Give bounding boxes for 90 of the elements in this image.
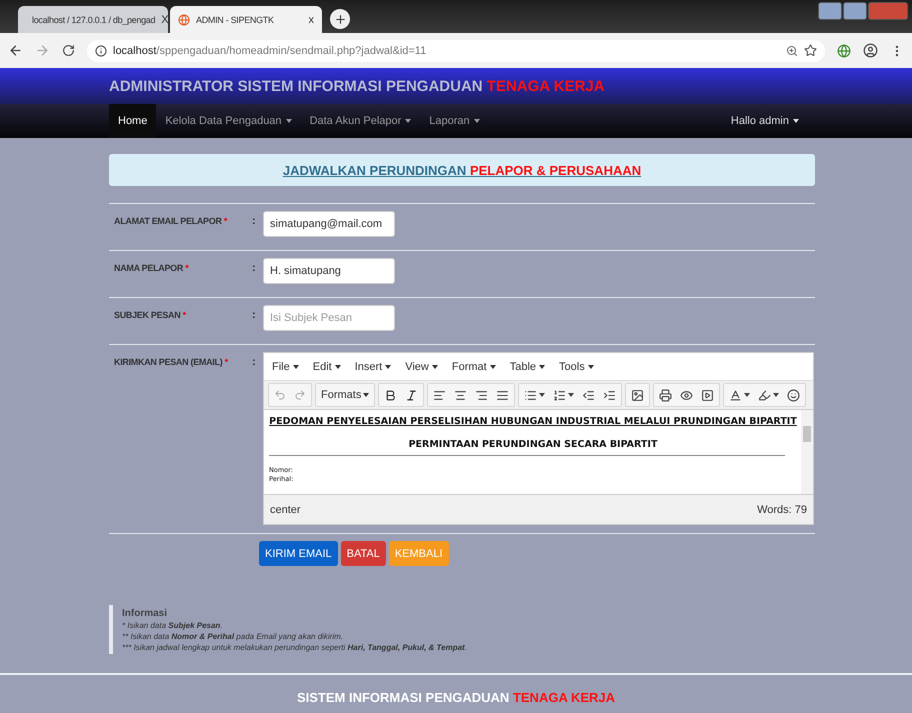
caret-icon <box>385 364 392 368</box>
account-icon <box>863 43 878 58</box>
info-line: *** Isikan jadwal lengkap untuk melakukan perundingan seperti Hari, Tanggal, Pukul, & Tempat. <box>122 643 468 652</box>
document-subheading: PERMINTAAN PERUNDINGAN SECARA BIPARTIT <box>408 439 658 450</box>
bullet-list-icon <box>524 388 538 402</box>
caret-icon <box>588 364 594 368</box>
editor-menu-item[interactable]: Tools <box>559 360 594 372</box>
maximize-button[interactable] <box>843 2 867 20</box>
caret-icon <box>432 364 438 368</box>
tab-close[interactable]: x <box>308 14 314 26</box>
caret-icon <box>292 364 299 368</box>
caret-icon <box>334 364 341 368</box>
caret-icon <box>539 393 546 397</box>
editor-menu-item[interactable]: Table <box>510 360 546 372</box>
field-label: KIRIMKAN PESAN (EMAIL) * <box>114 356 229 368</box>
browser-tab[interactable]: ADMIN - SIPENGTK x <box>170 6 322 33</box>
address-bar[interactable]: localhost/sppengaduan/homeadmin/sendmail.php?jadwal&id=11 <box>87 40 825 62</box>
caret-icon <box>490 364 496 368</box>
undo-icon <box>274 389 286 401</box>
caret-icon <box>744 393 750 397</box>
footer-text: SISTEM INFORMASI PENGADUAN TENAGA KERJA <box>296 690 616 705</box>
field-label: SUBJEK PESAN * <box>114 309 187 321</box>
info-line: * Isikan data Subjek Pesan. <box>122 621 224 630</box>
globe-icon <box>178 14 190 26</box>
globe-icon <box>837 44 851 58</box>
nav-item[interactable]: Home <box>109 104 156 138</box>
plus-icon <box>334 12 346 26</box>
align-justify-icon <box>496 388 510 402</box>
element-path: center <box>270 504 301 516</box>
eye-icon <box>680 388 694 402</box>
forward-icon <box>35 43 50 58</box>
editor-menu-item[interactable]: Insert <box>354 360 392 372</box>
action-button[interactable]: BATAL <box>340 541 386 566</box>
editor-menu-item[interactable]: File <box>272 360 299 372</box>
indent-icon <box>603 388 616 402</box>
outdent-icon <box>582 388 596 402</box>
back-icon <box>8 43 23 58</box>
nav-item[interactable]: Kelola Data Pengaduan <box>156 104 301 138</box>
colon: : <box>252 262 257 274</box>
numbered-list-icon <box>553 388 566 402</box>
editor-menu-item[interactable]: View <box>405 360 438 372</box>
highlighter-icon <box>758 388 772 402</box>
image-icon <box>631 388 644 402</box>
caret-icon <box>539 364 546 368</box>
document-heading: PEDOMAN PENYELESAIAN PERSELISIHAN HUBUNGAN INDUSTRIAL MELALUI PRUNDINGAN BIPARTIT <box>269 416 797 427</box>
smiley-icon <box>787 388 800 402</box>
align-center-icon <box>454 388 468 402</box>
reload-icon <box>62 44 75 57</box>
align-left-icon <box>433 388 446 402</box>
site-title: ADMINISTRATOR SISTEM INFORMASI PENGADUAN TENAGA KERJA <box>109 78 605 94</box>
caret-icon <box>363 393 370 397</box>
caret-icon <box>773 393 780 397</box>
media-icon <box>701 388 714 402</box>
field-label: NAMA PELAPOR * <box>114 262 190 274</box>
tab-close[interactable]: X <box>161 14 169 26</box>
redo-icon <box>294 389 306 401</box>
info-title: Informasi <box>122 608 168 619</box>
editor-menu-item[interactable]: Format <box>452 360 496 372</box>
action-button[interactable]: KIRIM EMAIL <box>259 541 338 566</box>
formats-dropdown[interactable]: Formats <box>319 385 372 405</box>
colon: : <box>252 309 257 321</box>
zoom-icon <box>786 44 798 56</box>
caret-icon <box>568 393 574 397</box>
bold-icon <box>384 388 398 402</box>
nav-item[interactable]: Data Akun Pelapor <box>300 104 420 138</box>
info-icon <box>95 44 107 56</box>
minimize-button[interactable] <box>818 2 842 20</box>
browser-tab[interactable]: localhost / 127.0.0.1 / db_pengad X <box>18 6 168 33</box>
colon: : <box>252 215 257 227</box>
nav-item[interactable]: Laporan <box>420 104 489 138</box>
editor-menu-item[interactable]: Edit <box>312 360 341 372</box>
input-field[interactable]: Isi Subjek Pesan <box>263 305 395 331</box>
url-text: localhost/sppengaduan/homeadmin/sendmail.php?jadwal&id=11 <box>113 44 426 56</box>
italic-icon <box>405 388 418 402</box>
colon: : <box>252 356 257 368</box>
new-tab-button[interactable] <box>330 9 350 29</box>
star-icon <box>804 44 817 57</box>
user-menu[interactable]: Hallo admin <box>722 104 808 138</box>
banner-title: JADWALKAN PERUNDINGAN PELAPOR & PERUSAHAAN <box>282 162 642 178</box>
info-line: ** Isikan data Nomor & Perihal pada Email yang akan dikirim. <box>122 632 344 641</box>
printer-icon <box>659 388 672 402</box>
word-count: Words: 79 <box>757 504 807 516</box>
tab-title: ADMIN - SIPENGTK <box>196 14 275 24</box>
scrollbar[interactable] <box>801 410 813 494</box>
text-color-icon <box>729 388 742 402</box>
field-label: ALAMAT EMAIL PELAPOR * <box>114 215 228 227</box>
align-right-icon <box>475 388 488 402</box>
input-field[interactable]: H. simatupang <box>263 258 395 284</box>
tab-title: localhost / 127.0.0.1 / db_pengad <box>32 14 156 24</box>
input-field[interactable]: simatupang@mail.com <box>263 211 395 237</box>
